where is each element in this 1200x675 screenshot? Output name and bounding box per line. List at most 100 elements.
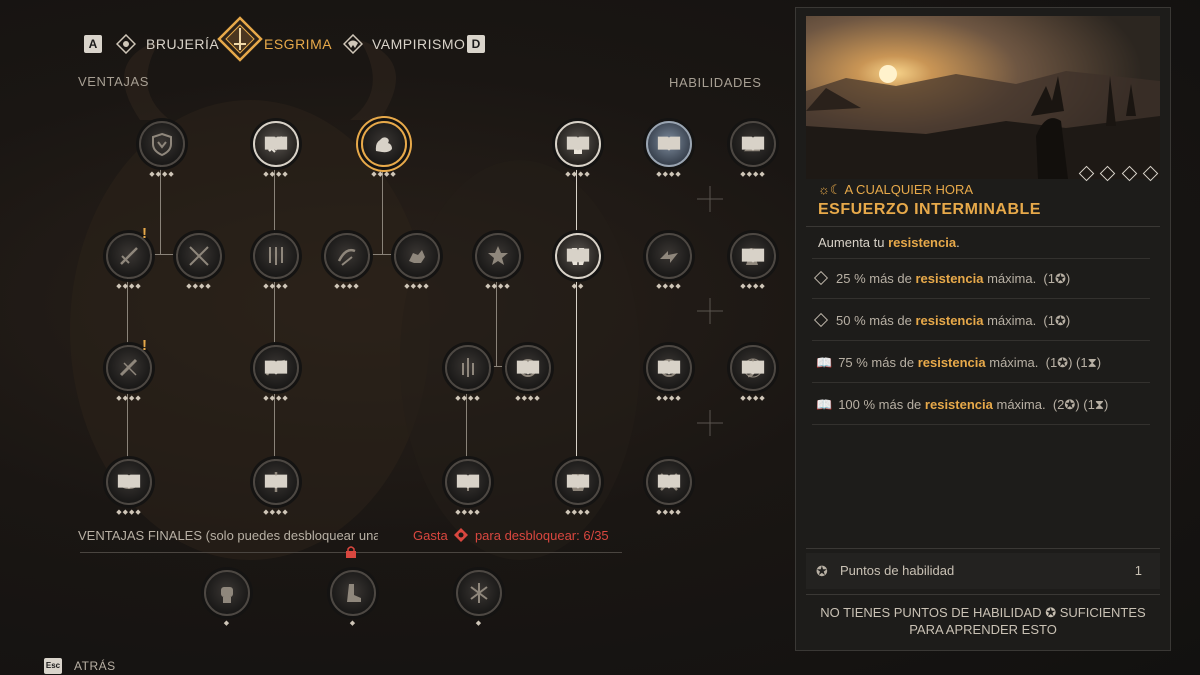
book-icon [264,474,288,490]
rank-time: (1 [1083,397,1095,412]
perk-node-slash-warning[interactable]: ! ◆◆◆◆ [106,337,152,402]
perk-node-parry[interactable]: ◆◆◆◆ [445,345,491,402]
skill-node-beast[interactable]: ◆◆◆◆ [730,233,776,290]
perk-node-target[interactable]: ◆◆◆◆ [505,345,551,402]
perk-node-sweep[interactable]: ◆◆◆◆ [445,459,491,516]
rank-cost: (2 [1052,397,1065,412]
perk-node-shield[interactable]: ◆◆◆◆ [139,121,185,178]
pager-dot[interactable] [1121,165,1137,182]
crossed-swords-icon [189,246,209,266]
perk-node-dagger[interactable]: ◆◆◆◆ [253,121,299,178]
skill-node-dash[interactable]: ◆◆◆◆ [646,233,692,290]
perk-node-crossed-swords[interactable]: ◆◆◆◆ [176,233,222,290]
rank-highlight: resistencia [915,313,984,328]
pager-dot[interactable] [1142,165,1159,182]
skill-point-icon: ✪ [1054,313,1066,328]
warning-icon: ! [142,337,147,354]
connector [160,166,161,254]
desc-prefix: Aumenta tu [818,235,885,250]
skill-point-icon: ✪ [1045,605,1057,620]
background-art [70,40,640,560]
rank-pips: ◆◆◆◆ [404,283,430,290]
skill-point-icon: ✪ [1054,271,1066,286]
unlock-progress: para desbloquear: 6/35 [474,528,609,543]
desc-highlight: resistencia [888,235,957,250]
final-perk-boot[interactable]: ◆ [330,570,376,627]
perk-node-eye[interactable]: ◆◆◆◆ [106,459,152,516]
blade-icon [120,247,138,265]
perk-node-fist[interactable]: ◆◆◆◆ [555,121,601,178]
book-icon [741,360,765,376]
desc-suffix: . [956,235,960,250]
back-button[interactable]: ATRÁS [74,659,116,673]
rank-cost: (1 [1043,271,1055,286]
rank-text: máxima. [989,355,1039,370]
falling-blades-icon [269,247,283,265]
rank-pips: ◆◆◆◆ [485,283,511,290]
skill-point-icon: ✪ [816,563,828,579]
perk-node-armor[interactable]: ◆◆ [555,233,601,290]
perk-node-sword-warning[interactable]: ! ◆◆◆◆ [106,225,152,290]
skill-node-swirl[interactable]: ◆◆◆◆ [730,121,776,178]
rank-pips: ◆◆◆◆ [455,509,481,516]
skill-node-cross-slash[interactable]: ◆◆◆◆ [646,459,692,516]
prev-tab-key[interactable]: A [84,35,102,53]
sorcery-icon [116,34,136,54]
perk-node-burst[interactable]: ◆◆◆◆ [475,233,521,290]
tab-esgrima[interactable]: ESGRIMA [264,36,332,52]
parry-icon [462,358,474,377]
rank-pips: ◆◆◆◆ [740,171,766,178]
rank-pips: ◆◆◆◆ [263,283,289,290]
flexed-arm-icon [375,137,392,153]
rank-row: 25 % más de resistencia máxima. (1✪) [813,270,1070,287]
book-icon: 📖 [816,397,833,412]
divider [806,548,1160,549]
perk-node-endless-effort[interactable]: ◆◆◆◆ [361,121,407,178]
back-key[interactable]: Esc [44,658,62,674]
book-icon [657,136,681,152]
divider [812,382,1150,383]
time-tag: ☼☾ A CUALQUIER HORA [818,182,973,198]
rank-pips: ◆◆◆◆ [263,171,289,178]
connector [274,166,275,482]
perk-node-lunge[interactable]: ◆◆◆◆ [253,345,299,402]
tab-vampirismo[interactable]: VAMPIRISMO [372,36,465,52]
book-icon [566,474,590,490]
insufficient-points-message-line2: PARA APRENDER ESTO [909,622,1057,637]
pager-dot[interactable] [1099,165,1116,182]
rank-pips: ◆ [223,620,231,627]
perk-node-stab[interactable]: ◆◆◆◆ [253,459,299,516]
skill-node-vortex[interactable]: ◆◆◆◆ [646,345,692,402]
swordsmanship-icon[interactable] [217,16,263,62]
warning-text: SUFICIENTES [1059,605,1146,620]
rank-text: máxima. [987,313,1037,328]
rank-highlight: resistencia [915,271,984,286]
diamond-icon [813,312,829,328]
empty-slot-marker [697,186,723,212]
rank-cost: (1 [1045,355,1058,370]
rank-highlight: resistencia [924,397,993,412]
rank-highlight: resistencia [917,355,986,370]
rank-pips: ◆◆◆◆ [565,509,591,516]
perk-node-heavy-armor[interactable]: ◆◆◆◆ [555,459,601,516]
book-icon [657,474,681,490]
skill-node-bird[interactable]: ◆◆◆◆ [646,121,692,178]
final-advantages-label: VENTAJAS FINALES (solo puedes desbloquea… [78,528,378,543]
final-perk-blades[interactable]: ◆ [456,570,502,627]
skills-label: HABILIDADES [669,75,762,90]
next-tab-key[interactable]: D [467,35,485,53]
book-icon [516,360,540,376]
tab-brujeria[interactable]: BRUJERÍA [146,36,219,52]
rank-text: 25 % más de [836,271,912,286]
perk-node-beast[interactable]: ◆◆◆◆ [394,233,440,290]
pager-dot[interactable] [1078,165,1094,182]
fist-icon [221,587,233,603]
final-perk-fist[interactable]: ◆ [204,570,250,627]
perk-node-dodge[interactable]: ◆◆◆◆ [324,233,370,290]
perk-node-rain-blades[interactable]: ◆◆◆◆ [253,233,299,290]
hourglass-icon: ⧗) [1087,355,1102,370]
unlock-requirement: Gasta para desbloquear: 6/35 [413,528,609,543]
multi-blade-icon [470,583,488,603]
boot-icon [347,584,361,602]
skill-node-hook[interactable]: ◆◆◆◆ [730,345,776,402]
